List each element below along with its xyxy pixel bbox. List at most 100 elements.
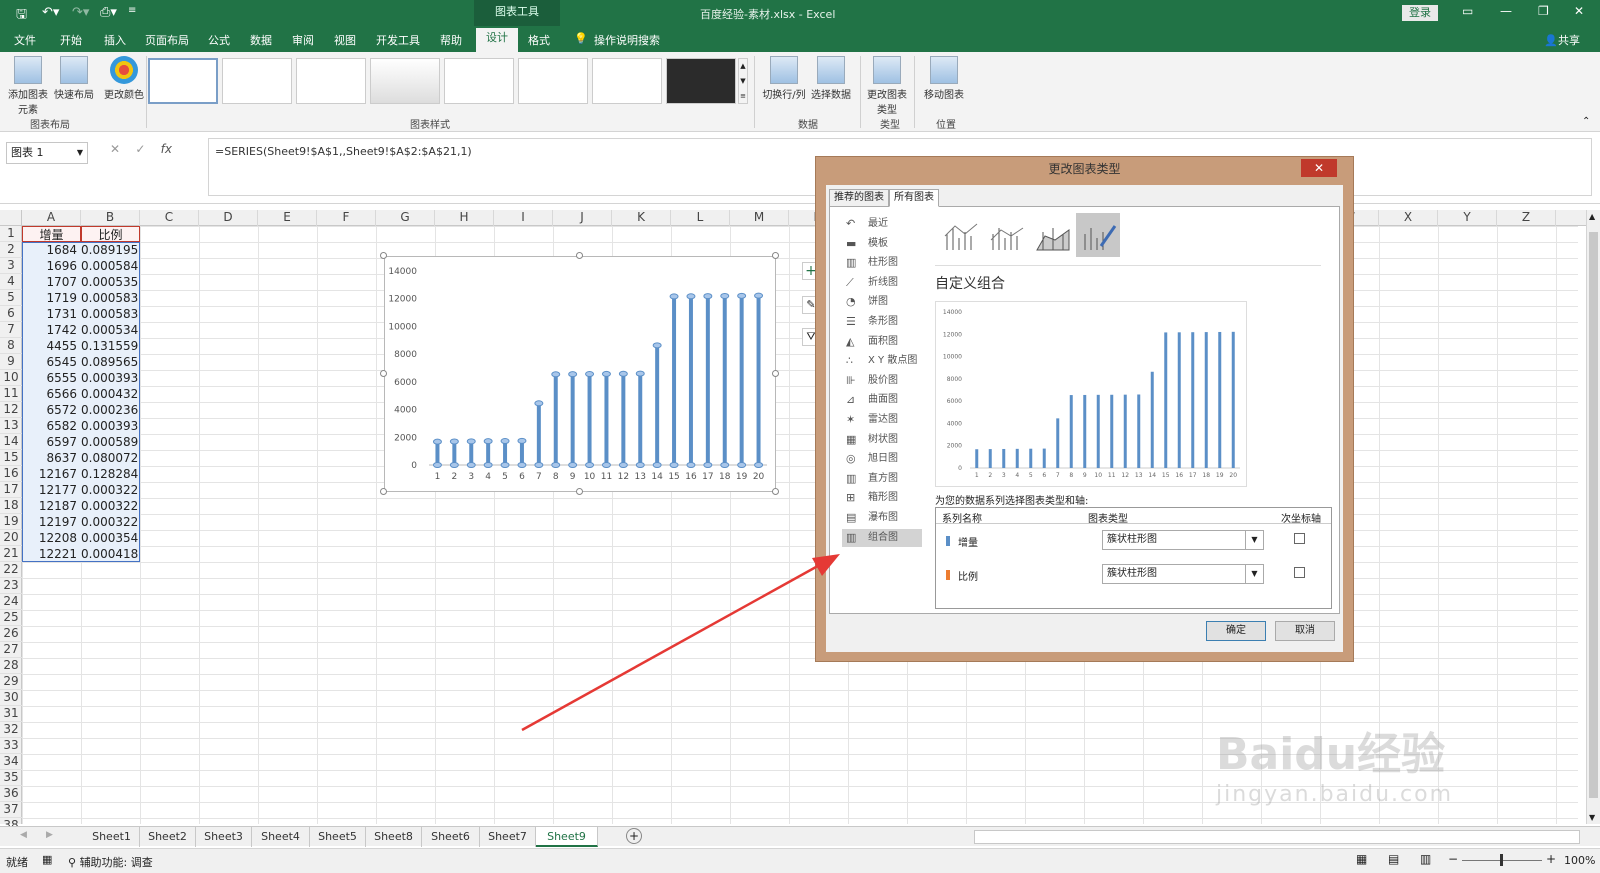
close-icon[interactable]: ✕	[1301, 159, 1337, 177]
row-header[interactable]: 7	[0, 322, 22, 338]
chart-style-3[interactable]	[296, 58, 366, 104]
cancel-icon[interactable]: ✕	[110, 142, 120, 156]
resize-handle[interactable]	[576, 488, 583, 495]
scroll-thumb[interactable]	[1589, 232, 1598, 798]
chart-style-4[interactable]	[370, 58, 440, 104]
chart-styles-scroll[interactable]: ▲ ▼ ≡	[738, 58, 748, 104]
sheet-tab-sheet9[interactable]: Sheet9	[536, 827, 598, 847]
page-layout-view-icon[interactable]: ▤	[1388, 852, 1399, 866]
row-header[interactable]: 36	[0, 786, 22, 802]
chart-type-stock[interactable]: ⊪ 股价图	[842, 372, 922, 390]
row-header[interactable]: 32	[0, 722, 22, 738]
column-header-m[interactable]: M	[730, 210, 789, 226]
column-header-h[interactable]: H	[435, 210, 494, 226]
row-header[interactable]: 35	[0, 770, 22, 786]
tab-data[interactable]: 数据	[250, 32, 272, 48]
row-header[interactable]: 20	[0, 530, 22, 546]
zoom-level[interactable]: 100%	[1564, 854, 1595, 867]
column-header-y[interactable]: Y	[1438, 210, 1497, 226]
row-header[interactable]: 13	[0, 418, 22, 434]
tab-help[interactable]: 帮助	[440, 32, 462, 48]
chart-style-7[interactable]	[592, 58, 662, 104]
select-data-button[interactable]: 选择数据	[808, 56, 854, 101]
chart-type-sunburst[interactable]: ◎ 旭日图	[842, 450, 922, 468]
chart-type-column[interactable]: ▥ 柱形图	[842, 254, 922, 272]
chart-type-histogram[interactable]: ▥ 直方图	[842, 470, 922, 488]
select-all-corner[interactable]	[0, 210, 22, 226]
resize-handle[interactable]	[380, 488, 387, 495]
row-header[interactable]: 2	[0, 242, 22, 258]
custom-combination-icon[interactable]	[1076, 213, 1120, 257]
horizontal-scrollbar[interactable]	[974, 830, 1580, 844]
resize-handle[interactable]	[380, 252, 387, 259]
tab-view[interactable]: 视图	[334, 32, 356, 48]
chart-type-waterfall[interactable]: ▤ 瀑布图	[842, 509, 922, 527]
column-header-k[interactable]: K	[612, 210, 671, 226]
zoom-out-icon[interactable]: −	[1448, 852, 1458, 866]
chart-style-6[interactable]	[518, 58, 588, 104]
move-chart-button[interactable]: 移动图表	[920, 56, 968, 101]
tab-home[interactable]: 开始	[60, 32, 82, 48]
tab-review[interactable]: 审阅	[292, 32, 314, 48]
series-1-chart-type-select[interactable]: 簇状柱形图 ▼	[1102, 530, 1264, 550]
undo-icon[interactable]: ↶▾	[42, 5, 59, 20]
sheet-tab-sheet7[interactable]: Sheet7	[480, 827, 536, 847]
row-header[interactable]: 8	[0, 338, 22, 354]
tab-format[interactable]: 格式	[528, 32, 550, 48]
tab-developer[interactable]: 开发工具	[376, 32, 420, 48]
sheet-tab-sheet5[interactable]: Sheet5	[310, 827, 366, 847]
row-header[interactable]: 33	[0, 738, 22, 754]
prev-sheet-icon[interactable]: ◀	[20, 830, 27, 840]
tab-file[interactable]: 文件	[14, 32, 36, 48]
header-cell[interactable]: 增量	[22, 226, 81, 242]
embedded-chart[interactable]: 0 2000 4000 6000 8000 10000 12000 14000 1 2 3 4 5 6 7 8…	[380, 252, 779, 495]
resize-handle[interactable]	[772, 488, 779, 495]
new-sheet-icon[interactable]: +	[626, 828, 642, 844]
zoom-in-icon[interactable]: +	[1546, 852, 1556, 866]
change-chart-type-button[interactable]: 更改图表类型	[864, 56, 910, 116]
chart-type-pie[interactable]: ◔ 饼图	[842, 293, 922, 311]
chart-type-treemap[interactable]: ▦ 树状图	[842, 431, 922, 449]
row-header[interactable]: 25	[0, 610, 22, 626]
normal-view-icon[interactable]: ▦	[1356, 852, 1367, 866]
column-header-f[interactable]: F	[317, 210, 376, 226]
series-2-secondary-axis-checkbox[interactable]	[1294, 567, 1305, 578]
resize-handle[interactable]	[576, 252, 583, 259]
add-chart-element-button[interactable]: 添加图表元素	[6, 56, 50, 116]
sheet-tab-sheet8[interactable]: Sheet8	[366, 827, 422, 847]
chart-type-radar[interactable]: ✶ 雷达图	[842, 411, 922, 429]
tab-page-layout[interactable]: 页面布局	[145, 32, 189, 48]
row-header[interactable]: 31	[0, 706, 22, 722]
accessibility-status[interactable]: ⚲ 辅助功能: 调查	[68, 854, 153, 870]
change-colors-button[interactable]: 更改颜色	[104, 56, 144, 101]
row-header[interactable]: 37	[0, 802, 22, 818]
chart-style-5[interactable]	[444, 58, 514, 104]
row-header[interactable]: 5	[0, 290, 22, 306]
chart-type-line[interactable]: ⟋ 折线图	[842, 274, 922, 292]
restore-icon[interactable]: ❐	[1538, 4, 1549, 18]
series-2-chart-type-select[interactable]: 簇状柱形图 ▼	[1102, 564, 1264, 584]
chart-type-bar[interactable]: ☰ 条形图	[842, 313, 922, 331]
login-button[interactable]: 登录	[1402, 5, 1438, 21]
redo-icon[interactable]: ↷▾	[72, 5, 89, 20]
tab-insert[interactable]: 插入	[104, 32, 126, 48]
series-1-secondary-axis-checkbox[interactable]	[1294, 533, 1305, 544]
ribbon-display-icon[interactable]: ▭	[1462, 4, 1473, 18]
row-header[interactable]: 6	[0, 306, 22, 322]
row-header[interactable]: 17	[0, 482, 22, 498]
column-header-b[interactable]: B	[81, 210, 140, 226]
column-line-secondary-axis-icon[interactable]	[984, 213, 1028, 257]
print-preview-icon[interactable]: ⎙▾	[100, 5, 117, 20]
zoom-slider-thumb[interactable]	[1500, 854, 1503, 866]
row-header[interactable]: 21	[0, 546, 22, 562]
minimize-icon[interactable]: —	[1500, 4, 1512, 18]
clustered-column-line-icon[interactable]	[938, 213, 982, 257]
row-header[interactable]: 3	[0, 258, 22, 274]
tab-design[interactable]: 设计	[476, 28, 518, 52]
enter-icon[interactable]: ✓	[135, 142, 145, 156]
row-header[interactable]: 15	[0, 450, 22, 466]
row-header[interactable]: 4	[0, 274, 22, 290]
sheet-tab-sheet4[interactable]: Sheet4	[252, 827, 310, 847]
row-header[interactable]: 16	[0, 466, 22, 482]
resize-handle[interactable]	[772, 370, 779, 377]
